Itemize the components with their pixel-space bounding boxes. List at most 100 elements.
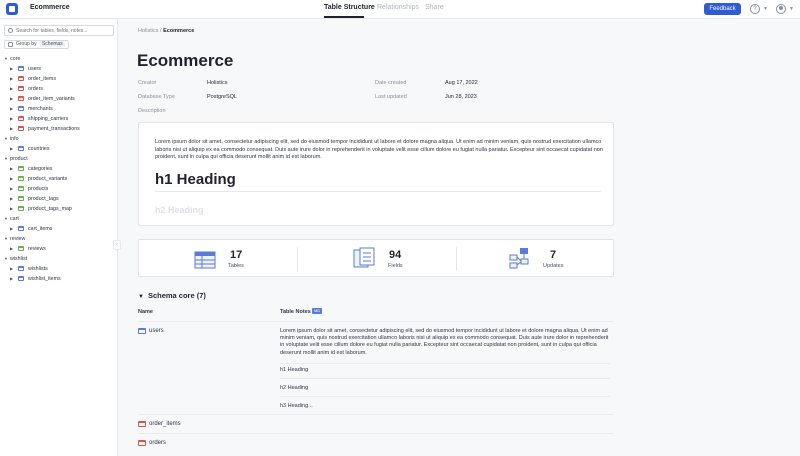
heading-divider xyxy=(155,191,601,192)
chevron-down-icon[interactable]: ▼ xyxy=(763,6,768,12)
table-icon xyxy=(18,186,24,192)
sidebar-table-order_item_variants[interactable]: ▶ order_item_variants xyxy=(10,94,75,103)
caret-right-icon[interactable]: ▶ xyxy=(10,84,16,93)
tables-count: 17 xyxy=(230,249,243,261)
search-icon xyxy=(8,28,13,33)
row-divider xyxy=(138,433,614,434)
sidebar-item-label: order_items xyxy=(28,76,56,82)
sidebar-table-products[interactable]: ▶ products xyxy=(10,184,48,193)
app-title: Ecommerce xyxy=(30,4,70,11)
chevron-down-icon[interactable]: ▼ xyxy=(789,6,794,12)
sidebar-schema-wishlist[interactable]: ▼ wishlist xyxy=(4,254,27,263)
help-icon[interactable]: ? xyxy=(750,4,760,14)
sidebar-table-wishlists[interactable]: ▶ wishlists xyxy=(10,264,48,273)
table-icon xyxy=(18,76,24,82)
tables-icon xyxy=(194,251,216,269)
sidebar-table-merchants[interactable]: ▶ merchants xyxy=(10,104,53,113)
sidebar-table-countries[interactable]: ▶ countries xyxy=(10,144,50,153)
caret-right-icon[interactable]: ▶ xyxy=(10,274,16,283)
sidebar-item-label: product_tags_map xyxy=(28,206,72,212)
sidebar-table-categories[interactable]: ▶ categories xyxy=(10,164,52,173)
caret-right-icon[interactable]: ▶ xyxy=(10,194,16,203)
tab-share[interactable]: Share xyxy=(425,4,444,11)
sidebar-item-label: users xyxy=(28,66,41,72)
caret-right-icon[interactable]: ▶ xyxy=(10,94,16,103)
caret-right-icon[interactable]: ▶ xyxy=(10,174,16,183)
table-icon xyxy=(18,116,24,122)
sidebar-schema-cart[interactable]: ▼ cart xyxy=(4,214,19,223)
sidebar-item-label: merchants xyxy=(28,106,53,112)
caret-right-icon[interactable]: ▶ xyxy=(10,124,16,133)
sidebar-table-payment_transactions[interactable]: ▶ payment_transactions xyxy=(10,124,80,133)
description-text: Lorem ipsum dolor sit amet, consectetur … xyxy=(155,139,603,160)
sidebar-schema-product[interactable]: ▼ product xyxy=(4,154,28,163)
sidebar-item-label: wishlist xyxy=(10,256,28,262)
description-heading: h1 Heading xyxy=(155,171,236,188)
caret-down-icon[interactable]: ▼ xyxy=(138,294,144,300)
caret-right-icon[interactable]: ▶ xyxy=(10,224,16,233)
note-heading-2: h2 Heading xyxy=(280,385,309,391)
tab-relationships[interactable]: Relationships xyxy=(377,4,419,11)
description-faded-heading: h2 Heading xyxy=(155,205,204,215)
breadcrumb-separator: / xyxy=(160,28,162,34)
note-divider xyxy=(280,363,610,364)
caret-right-icon[interactable]: ▶ xyxy=(10,64,16,73)
note-divider xyxy=(280,396,610,397)
db-type-value: PostgreSQL xyxy=(207,94,237,100)
sidebar-item-label: wishlists xyxy=(28,266,48,272)
sidebar-table-product_variants[interactable]: ▶ product_variants xyxy=(10,174,67,183)
sidebar-item-label: cart_items xyxy=(28,226,53,232)
header-divider xyxy=(138,321,614,322)
sidebar-table-cart_items[interactable]: ▶ cart_items xyxy=(10,224,52,233)
sidebar-table-reviews[interactable]: ▶ reviews xyxy=(10,244,46,253)
sidebar-schema-info[interactable]: ▼ info xyxy=(4,134,19,143)
caret-right-icon[interactable]: ▶ xyxy=(10,114,16,123)
page-title: Ecommerce xyxy=(137,51,234,70)
search-input[interactable] xyxy=(16,27,111,35)
notes-column-header: Table Notes xyxy=(280,309,311,315)
breadcrumb-parent[interactable]: Holistics xyxy=(138,28,158,34)
table-icon xyxy=(18,96,24,102)
feedback-button[interactable]: Feedback xyxy=(704,3,741,15)
caret-right-icon[interactable]: ▶ xyxy=(10,74,16,83)
caret-right-icon[interactable]: ▶ xyxy=(10,204,16,213)
collapse-sidebar-icon[interactable]: ‹ xyxy=(113,240,121,250)
table-icon xyxy=(18,106,24,112)
sidebar-item-label: products xyxy=(28,186,49,192)
sidebar-item-label: countries xyxy=(28,146,50,152)
table-row-name[interactable]: users xyxy=(149,328,164,334)
table-icon xyxy=(18,196,24,202)
sidebar-table-wishlist_items[interactable]: ▶ wishlist_items xyxy=(10,274,61,283)
breadcrumb: Holistics / Ecommerce xyxy=(138,28,194,34)
updates-icon xyxy=(509,248,529,269)
sidebar-table-product_tags[interactable]: ▶ product_tags xyxy=(10,194,59,203)
sidebar-table-product_tags_map[interactable]: ▶ product_tags_map xyxy=(10,204,72,213)
sidebar-schema-review[interactable]: ▼ review xyxy=(4,234,25,243)
group-by-select[interactable]: Group by Schemas xyxy=(4,40,69,49)
caret-right-icon[interactable]: ▶ xyxy=(10,164,16,173)
caret-right-icon[interactable]: ▶ xyxy=(10,144,16,153)
table-row-name[interactable]: order_items xyxy=(149,421,181,427)
caret-right-icon[interactable]: ▶ xyxy=(10,104,16,113)
sidebar-schema-core[interactable]: ▼ core xyxy=(4,54,20,63)
schema-section-title[interactable]: ▼ Schema core (7) xyxy=(138,291,206,300)
description-card[interactable]: Lorem ipsum dolor sit amet, consectetur … xyxy=(138,122,614,226)
stat-divider xyxy=(456,247,457,271)
caret-right-icon[interactable]: ▶ xyxy=(10,264,16,273)
sidebar-table-orders[interactable]: ▶ orders xyxy=(10,84,43,93)
schema-title-text: Schema core (7) xyxy=(147,291,206,300)
sidebar-item-label: reviews xyxy=(28,246,46,252)
table-row-name[interactable]: orders xyxy=(149,440,166,446)
caret-right-icon[interactable]: ▶ xyxy=(10,244,16,253)
sidebar-table-order_items[interactable]: ▶ order_items xyxy=(10,74,56,83)
app-logo-icon[interactable] xyxy=(6,3,18,15)
sidebar-item-label: wishlist_items xyxy=(28,276,61,282)
tab-table-structure[interactable]: Table Structure xyxy=(324,4,375,11)
search-box[interactable] xyxy=(4,25,114,36)
sidebar: Group by Schemas ▼core▶users▶order_items… xyxy=(0,20,118,456)
user-avatar-icon[interactable] xyxy=(776,4,786,14)
sidebar-table-users[interactable]: ▶ users xyxy=(10,64,41,73)
caret-right-icon[interactable]: ▶ xyxy=(10,184,16,193)
sidebar-table-shipping_carriers[interactable]: ▶ shipping_carriers xyxy=(10,114,68,123)
sidebar-item-label: orders xyxy=(28,86,44,92)
